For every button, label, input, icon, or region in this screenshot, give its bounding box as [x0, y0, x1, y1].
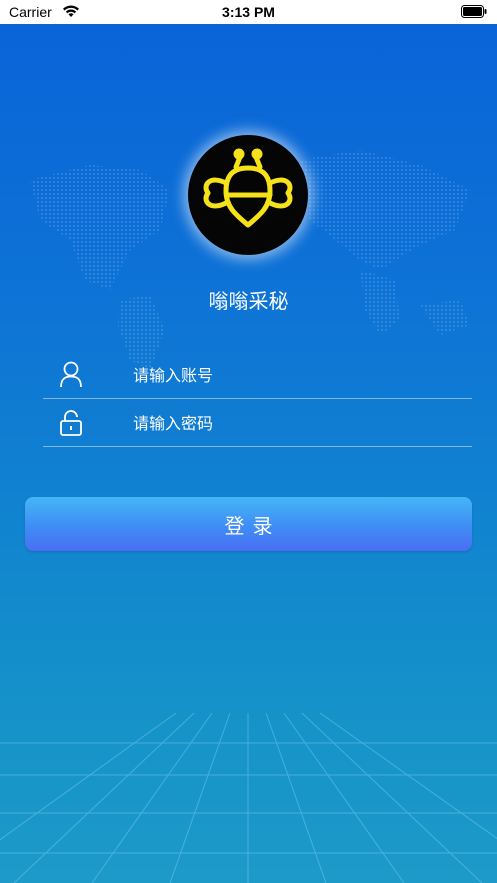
battery-icon	[461, 5, 487, 21]
clock: 3:13 PM	[222, 4, 275, 20]
lock-icon	[59, 409, 83, 437]
account-field	[43, 351, 472, 399]
bee-logo-icon	[203, 148, 293, 228]
account-input[interactable]	[133, 359, 453, 391]
app-title: 嗡嗡采秘	[208, 289, 289, 313]
password-input[interactable]	[133, 407, 453, 439]
status-bar: Carrier 3:13 PM	[0, 0, 497, 24]
login-button[interactable]: 登录	[25, 497, 472, 551]
grid-floor-decoration	[0, 713, 497, 883]
app-logo	[188, 135, 308, 255]
password-field	[43, 399, 472, 447]
user-icon	[59, 361, 83, 389]
